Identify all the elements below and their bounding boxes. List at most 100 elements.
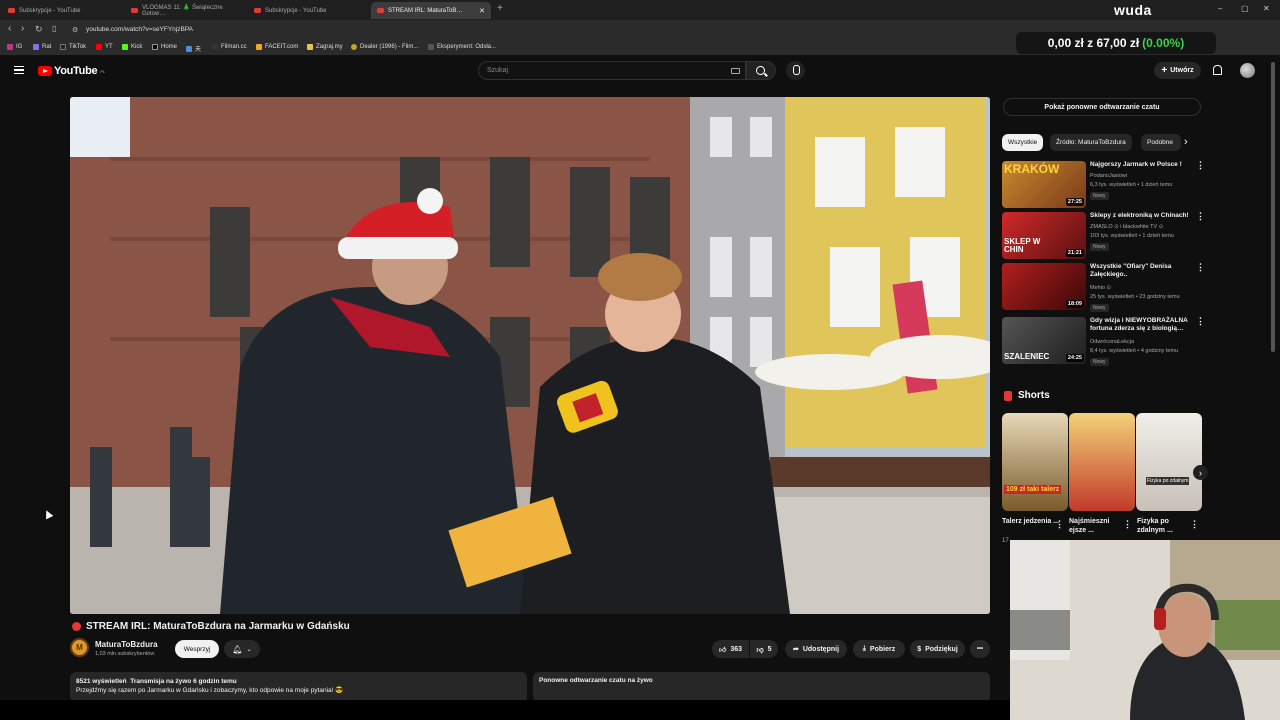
bookmark-item[interactable]: IG bbox=[7, 44, 22, 50]
tab-label: STREAM IRL: MaturaToB… bbox=[388, 7, 463, 14]
like-button[interactable]: 👍︎ 363 bbox=[712, 640, 749, 658]
youtube-favicon-icon bbox=[8, 8, 15, 13]
youtube-logo[interactable]: YouTube PL bbox=[38, 65, 105, 77]
donation-goal-overlay: 0,00 zł z 67,00 zł (0.00%) bbox=[1016, 32, 1216, 54]
bookmark-label: 天 bbox=[195, 47, 202, 53]
recommendation-title[interactable]: Najgorszy Jarmark w Polsce ! bbox=[1090, 161, 1190, 169]
new-badge: Nowy bbox=[1090, 243, 1109, 251]
tab-label: VLOGMAS 11: 🎄 Świąteczne Gotow… bbox=[142, 5, 223, 17]
chevron-right-icon[interactable]: › bbox=[1184, 136, 1188, 148]
close-window-button[interactable]: ✕ bbox=[1263, 4, 1270, 13]
short-title[interactable]: Najśmieszni ejsze ... bbox=[1069, 517, 1127, 535]
browser-tab[interactable]: Subskrypcje - YouTube bbox=[248, 2, 368, 19]
browser-tab-active[interactable]: STREAM IRL: MaturaToB… ✕ bbox=[371, 2, 491, 19]
bookmark-item[interactable]: Kick bbox=[122, 44, 142, 50]
recommendation-channel[interactable]: OdwróconaLekcja bbox=[1090, 338, 1134, 346]
browser-tab[interactable]: Subskrypcje - YouTube bbox=[2, 2, 122, 19]
new-badge: Nowy bbox=[1090, 304, 1109, 312]
bookmark-item[interactable]: YT bbox=[96, 44, 113, 50]
create-button[interactable]: + Utwórz bbox=[1154, 62, 1201, 79]
bookmark-item[interactable]: Home bbox=[152, 44, 177, 50]
video-player[interactable] bbox=[70, 97, 990, 614]
short-thumbnail[interactable]: 109 zł taki talerz bbox=[1002, 413, 1068, 511]
recommendation-thumbnail[interactable]: KRAKÓW 27:25 bbox=[1002, 161, 1086, 208]
download-button[interactable]: ⤓ Pobierz bbox=[853, 640, 905, 658]
bookmark-item[interactable]: 天 bbox=[186, 44, 201, 53]
minimize-button[interactable]: – bbox=[1218, 4, 1222, 13]
video-duration: 27:25 bbox=[1065, 198, 1084, 206]
short-title[interactable]: Fizyka po zdalnym ... bbox=[1137, 517, 1195, 535]
more-options-icon[interactable]: ⋮ bbox=[1196, 263, 1205, 272]
short-overlay-text: 109 zł taki talerz bbox=[1004, 485, 1062, 494]
bookmark-item[interactable]: Rat bbox=[33, 44, 51, 50]
reload-icon[interactable]: ↻ bbox=[35, 24, 43, 34]
user-avatar[interactable] bbox=[1240, 63, 1255, 78]
recommendation-channel[interactable]: PodanoJasiowi bbox=[1090, 172, 1127, 180]
bookmark-page-icon[interactable]: ▯ bbox=[52, 24, 56, 34]
url-field[interactable]: youtube.com/watch?v=seYFYnjzBPA bbox=[86, 26, 193, 33]
chat-replay-panel[interactable]: Ponowne odtwarzanie czatu na żywo bbox=[533, 672, 990, 702]
thanks-button[interactable]: $ Podziękuj bbox=[910, 640, 965, 658]
channel-name[interactable]: MaturaToBzdura bbox=[95, 640, 158, 649]
chip-from-channel[interactable]: Źródło: MaturaToBzdura bbox=[1050, 134, 1132, 151]
page-scrollbar[interactable] bbox=[1271, 62, 1275, 352]
bookmark-item[interactable]: Dealer (1996) - Film... bbox=[351, 44, 418, 50]
recommendation-channel[interactable]: ZMASLO ⊙ i blackwhite TV ⊙ bbox=[1090, 223, 1163, 231]
tab-close-icon[interactable]: ✕ bbox=[479, 7, 485, 15]
short-meta: 17 bbox=[1002, 538, 1009, 544]
notifications-bell-icon[interactable] bbox=[1213, 65, 1222, 75]
site-info-icon[interactable]: ⚙ bbox=[72, 26, 78, 36]
more-options-icon[interactable]: ⋮ bbox=[1123, 520, 1132, 529]
recommendation-thumbnail[interactable]: 18:09 bbox=[1002, 263, 1086, 310]
back-icon[interactable]: ‹ bbox=[8, 24, 11, 34]
bookmark-item[interactable]: Eksperyment: Odsła... bbox=[428, 44, 496, 50]
search-button[interactable] bbox=[746, 61, 776, 80]
search-input[interactable]: Szukaj bbox=[478, 61, 746, 80]
more-options-icon[interactable]: ⋮ bbox=[1190, 520, 1199, 529]
bookmark-label: Rat bbox=[42, 44, 52, 50]
live-replay-icon bbox=[72, 622, 81, 631]
more-options-icon[interactable]: ⋮ bbox=[1196, 212, 1205, 221]
hamburger-menu-icon[interactable] bbox=[14, 66, 24, 74]
view-count: 8521 wyświetleń bbox=[76, 678, 127, 685]
forward-icon[interactable]: › bbox=[21, 24, 24, 34]
chip-related[interactable]: Podobne bbox=[1141, 134, 1181, 151]
share-label: Udostępnij bbox=[802, 645, 840, 653]
thumbs-down-icon: 👎︎ bbox=[756, 646, 764, 654]
region-code: PL bbox=[100, 68, 106, 74]
share-button[interactable]: ➦ Udostępnij bbox=[785, 640, 847, 658]
logo-text: YouTube bbox=[54, 65, 98, 77]
shorts-next-icon[interactable]: › bbox=[1193, 465, 1208, 480]
recommendation-title[interactable]: Wszystkie "Ofiary" Denisa Załęckiego.. bbox=[1090, 263, 1190, 279]
keyboard-icon[interactable] bbox=[731, 68, 740, 74]
short-thumbnail[interactable] bbox=[1069, 413, 1135, 511]
recommendation-thumbnail[interactable]: SKLEP W CHIN 21:21 bbox=[1002, 212, 1086, 259]
more-options-icon[interactable]: ⋮ bbox=[1196, 317, 1205, 326]
more-options-icon[interactable]: ⋮ bbox=[1055, 520, 1064, 529]
notification-settings-button[interactable]: 🔔︎ ⌄ bbox=[224, 640, 260, 658]
bookmark-item[interactable]: FACEIT.com bbox=[256, 44, 298, 50]
support-button[interactable]: Wesprzyj bbox=[175, 640, 219, 658]
bookmark-item[interactable]: Filman.cc bbox=[212, 44, 247, 50]
more-actions-button[interactable]: ••• bbox=[970, 640, 990, 658]
new-tab-button[interactable]: + bbox=[497, 4, 503, 14]
show-chat-replay-button[interactable]: Pokaż ponowne odtwarzanie czatu bbox=[1003, 98, 1201, 116]
browser-tab[interactable]: VLOGMAS 11: 🎄 Świąteczne Gotow… bbox=[125, 2, 245, 19]
chip-all[interactable]: Wszystkie bbox=[1002, 134, 1044, 151]
channel-avatar[interactable]: M bbox=[70, 638, 89, 657]
recommendation-title[interactable]: Sklepy z elektroniką w Chinach! bbox=[1090, 212, 1190, 220]
maximize-button[interactable]: ▢ bbox=[1241, 4, 1249, 13]
short-thumbnail[interactable]: Fizyka po zdalnym bbox=[1136, 413, 1202, 511]
recommendation-title[interactable]: Gdy wizja i NIEWYOBRAŻALNA fortuna zderz… bbox=[1090, 317, 1190, 333]
bookmark-label: IG bbox=[16, 44, 23, 50]
dislike-button[interactable]: 👎︎ 5 bbox=[750, 640, 778, 658]
recommendation-thumbnail[interactable]: SZALENIEC 24:25 bbox=[1002, 317, 1086, 364]
microphone-icon[interactable] bbox=[786, 61, 805, 80]
short-title[interactable]: Talerz jedzenia ... bbox=[1002, 517, 1060, 526]
bookmark-item[interactable]: TikTok bbox=[60, 44, 86, 50]
description-box[interactable]: 8521 wyświetleń Transmisja na żywo 6 god… bbox=[70, 672, 527, 702]
more-options-icon[interactable]: ⋮ bbox=[1196, 161, 1205, 170]
bookmark-item[interactable]: Zagraj.my bbox=[307, 44, 343, 50]
recommendation-channel[interactable]: Mehio ⊙ bbox=[1090, 284, 1111, 292]
bookmark-label: Eksperyment: Odsła... bbox=[437, 44, 497, 50]
